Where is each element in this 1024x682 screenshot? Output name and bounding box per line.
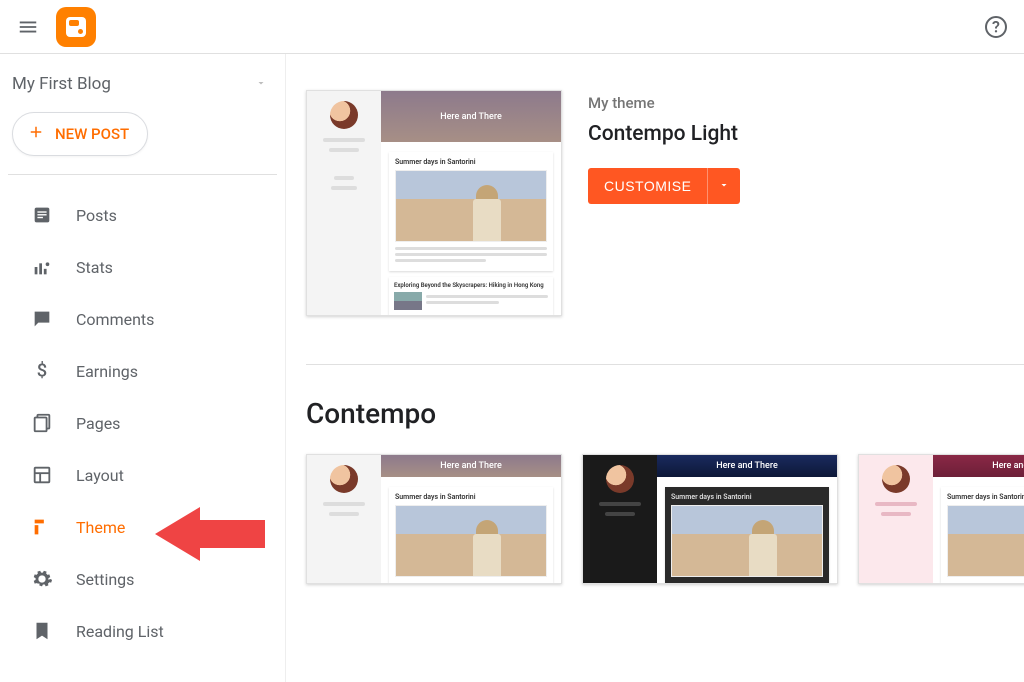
- sidebar-item-label: Settings: [76, 570, 134, 589]
- sidebar-item-label: Theme: [76, 518, 125, 537]
- preview-post-title: Summer days in Santorini: [395, 158, 547, 166]
- help-icon[interactable]: [976, 7, 1016, 47]
- sidebar-item-pages[interactable]: Pages: [0, 397, 285, 449]
- sidebar: My First Blog NEW POST Posts: [0, 54, 286, 682]
- earnings-icon: $: [30, 359, 54, 383]
- sidebar-item-posts[interactable]: Posts: [0, 189, 285, 241]
- my-theme-label: My theme: [588, 94, 740, 112]
- preview-post2-title: Exploring Beyond the Skyscrapers: Hiking…: [394, 282, 548, 289]
- sidebar-item-label: Earnings: [76, 362, 138, 381]
- customise-button[interactable]: CUSTOMISE: [588, 168, 707, 204]
- bookmark-icon: [30, 619, 54, 643]
- divider: [306, 364, 1024, 365]
- theme-icon: [30, 515, 54, 539]
- new-post-button[interactable]: NEW POST: [12, 112, 148, 156]
- theme-post: Summer days in Santorini: [395, 493, 547, 501]
- current-theme-section: Here and There Summer days in Santorini …: [306, 90, 1024, 346]
- sidebar-item-stats[interactable]: Stats: [0, 241, 285, 293]
- blogger-logo[interactable]: [56, 7, 96, 47]
- theme-card-light[interactable]: Here and There Summer days in Santorini: [306, 454, 562, 584]
- plus-icon: [27, 123, 45, 145]
- layout-icon: [30, 463, 54, 487]
- main-content: Here and There Summer days in Santorini …: [286, 54, 1024, 682]
- gear-icon: [30, 567, 54, 591]
- avatar: [330, 101, 358, 129]
- theme-card-dark[interactable]: Here and There Summer days in Santorini: [582, 454, 838, 584]
- customise-dropdown-button[interactable]: [707, 168, 740, 204]
- blog-selector[interactable]: My First Blog: [0, 74, 285, 112]
- blog-name: My First Blog: [12, 74, 111, 94]
- sidebar-item-layout[interactable]: Layout: [0, 449, 285, 501]
- chevron-down-icon: [255, 74, 267, 94]
- sidebar-item-reading-list[interactable]: Reading List: [0, 605, 285, 657]
- nav: Posts Stats Comments $ Earnings: [0, 183, 285, 657]
- sidebar-item-settings[interactable]: Settings: [0, 553, 285, 605]
- sidebar-item-label: Layout: [76, 466, 124, 485]
- menu-icon[interactable]: [8, 7, 48, 47]
- sidebar-item-label: Pages: [76, 414, 120, 433]
- caret-down-icon: [718, 179, 730, 194]
- current-theme-preview[interactable]: Here and There Summer days in Santorini …: [306, 90, 562, 316]
- section-title: Contempo: [306, 397, 1024, 430]
- theme-hero: Here and There: [657, 455, 837, 477]
- theme-post: Summer days in Santorini: [947, 493, 1024, 501]
- sidebar-item-earnings[interactable]: $ Earnings: [0, 345, 285, 397]
- sidebar-item-label: Reading List: [76, 622, 164, 641]
- divider: [8, 174, 277, 175]
- preview-hero: Here and There: [381, 91, 561, 142]
- comments-icon: [30, 307, 54, 331]
- header: [0, 0, 1024, 54]
- sidebar-item-theme[interactable]: Theme: [0, 501, 285, 553]
- theme-card-pink[interactable]: Here and There Summer days in Santorini: [858, 454, 1024, 584]
- posts-icon: [30, 203, 54, 227]
- sidebar-item-label: Stats: [76, 258, 113, 277]
- my-theme-name: Contempo Light: [588, 122, 740, 146]
- sidebar-item-label: Posts: [76, 206, 117, 225]
- new-post-label: NEW POST: [55, 125, 129, 143]
- svg-text:$: $: [37, 361, 47, 382]
- theme-hero: Here and There: [381, 455, 561, 477]
- sidebar-item-comments[interactable]: Comments: [0, 293, 285, 345]
- theme-post: Summer days in Santorini: [671, 493, 823, 501]
- sidebar-item-label: Comments: [76, 310, 154, 329]
- theme-grid: Here and There Summer days in Santorini …: [306, 454, 1024, 584]
- theme-hero: Here and There: [933, 455, 1024, 477]
- stats-icon: [30, 255, 54, 279]
- pages-icon: [30, 411, 54, 435]
